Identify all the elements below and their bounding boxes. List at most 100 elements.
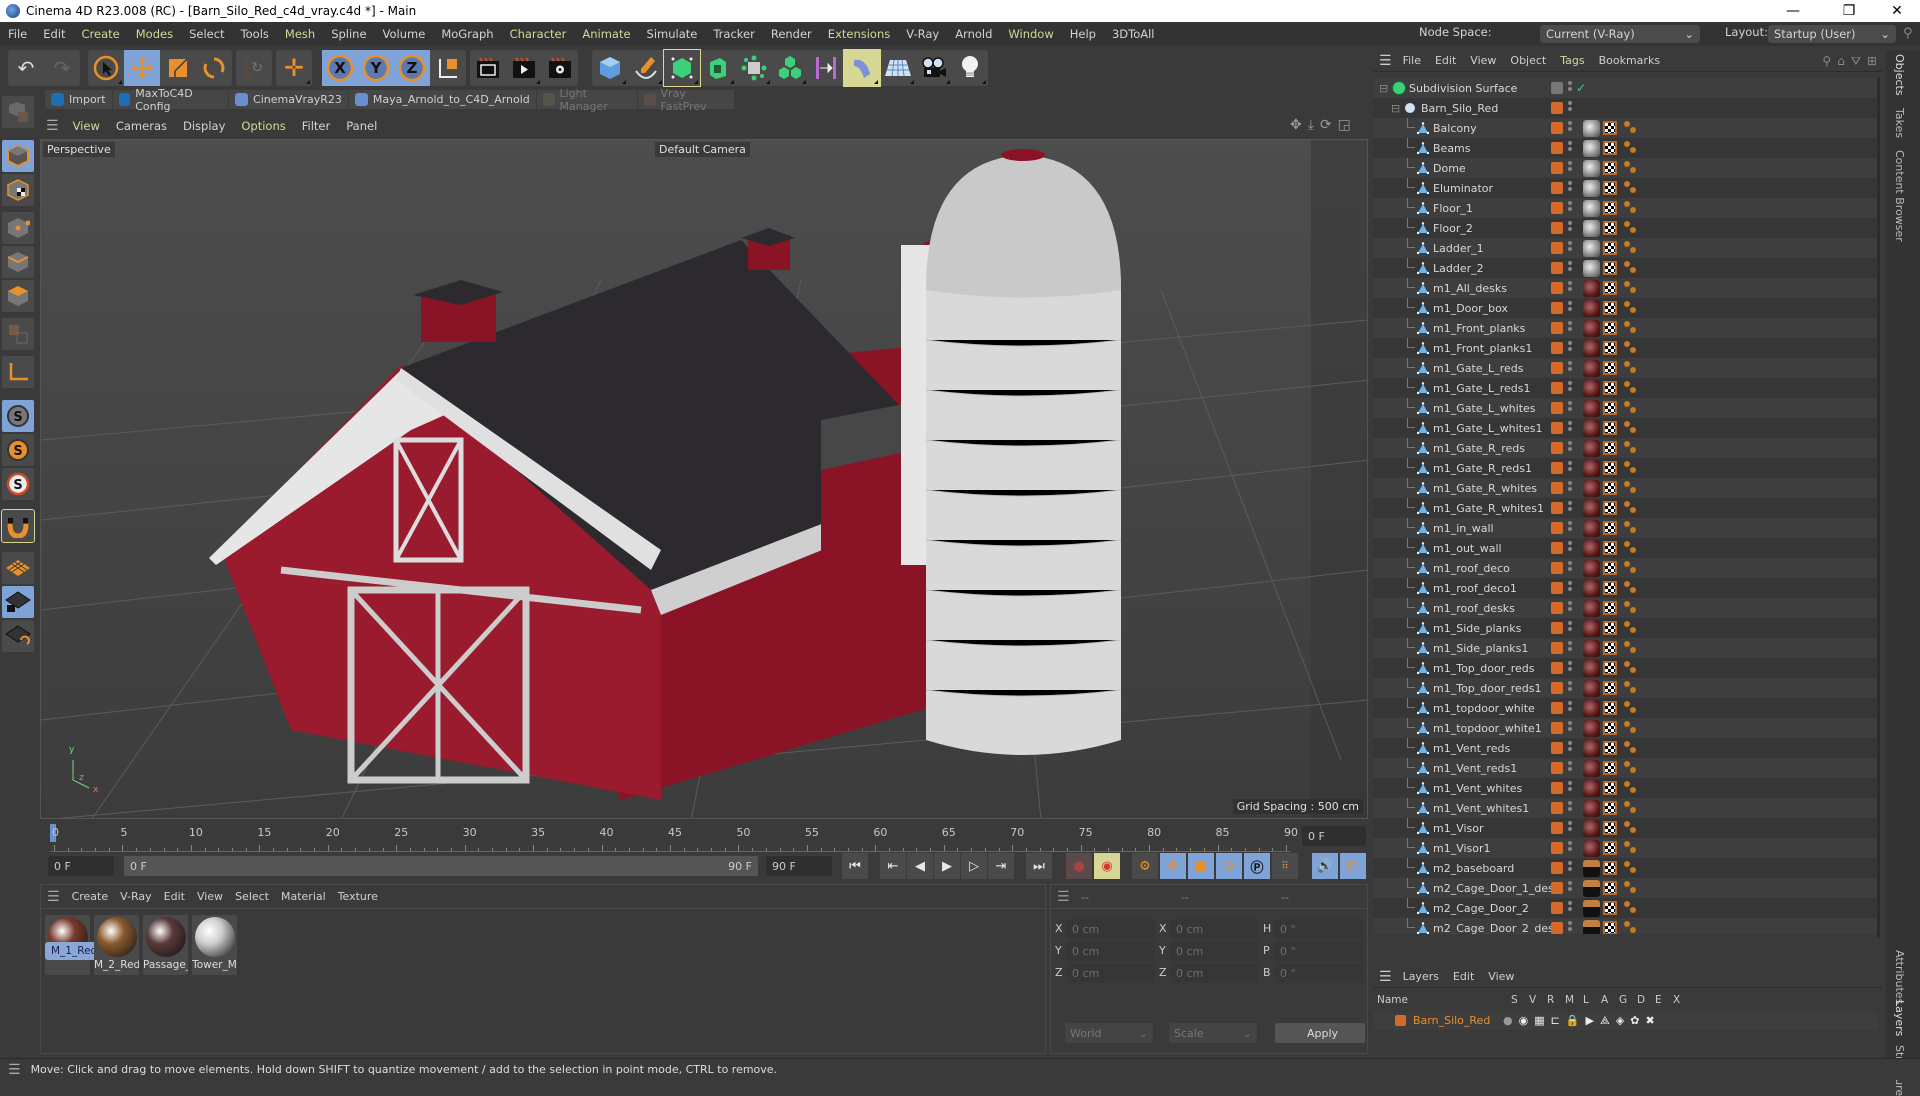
visibility-dots[interactable] — [1568, 621, 1572, 635]
object-row[interactable]: m1_roof_deco1 — [1373, 578, 1878, 598]
menu-create[interactable]: Create — [74, 27, 128, 41]
uvw-texture-tag-icon[interactable] — [1603, 501, 1617, 515]
phong-tag-icon[interactable] — [1624, 761, 1638, 775]
phong-tag-icon[interactable] — [1624, 261, 1638, 275]
hamburger-menu-icon[interactable]: ☰ — [8, 1062, 21, 1078]
uvw-texture-tag-icon[interactable] — [1603, 121, 1617, 135]
object-name[interactable]: m1_Gate_L_reds1 — [1433, 382, 1530, 395]
material-tag-icon[interactable] — [1583, 559, 1600, 577]
visible-icon[interactable]: ◉ — [1519, 1014, 1529, 1028]
render-picture-viewer-button[interactable] — [506, 50, 542, 86]
extrude-button[interactable] — [700, 50, 736, 86]
object-row[interactable]: m1_in_wall — [1373, 518, 1878, 538]
object-name[interactable]: Floor_1 — [1433, 202, 1473, 215]
uvw-texture-tag-icon[interactable] — [1603, 541, 1617, 555]
bend-button[interactable] — [843, 49, 881, 87]
layer-swatch[interactable] — [1551, 242, 1563, 254]
object-name[interactable]: m1_Visor1 — [1433, 842, 1491, 855]
collapse-icon[interactable]: ⊟ — [1379, 82, 1388, 95]
go-to-start-button[interactable]: ⏮ — [842, 853, 868, 879]
layer-swatch[interactable] — [1551, 702, 1563, 714]
material-tag-icon[interactable] — [1583, 759, 1600, 777]
object-name[interactable]: m1_Gate_R_whites — [1433, 482, 1537, 495]
menu-render[interactable]: Render — [763, 27, 820, 41]
expressions-icon[interactable]: ✿ — [1630, 1014, 1639, 1028]
size-z-field[interactable]: 0 cm — [1171, 963, 1259, 983]
layer-swatch[interactable] — [1551, 182, 1563, 194]
object-name[interactable]: m1_roof_desks — [1433, 602, 1515, 615]
polygons-mode-button[interactable] — [2, 280, 34, 312]
rotate-tool-button[interactable] — [196, 50, 232, 86]
visibility-dots[interactable] — [1568, 401, 1572, 415]
object-name[interactable]: m1_Gate_L_reds — [1433, 362, 1523, 375]
material-tag-icon[interactable] — [1583, 719, 1600, 737]
object-row[interactable]: m1_Vent_reds1 — [1373, 758, 1878, 778]
object-row[interactable]: Dome — [1373, 158, 1878, 178]
y-axis-button[interactable]: Y — [358, 50, 394, 86]
layer-column-a[interactable]: A — [1601, 994, 1608, 1006]
tab-objects[interactable]: Objects — [1893, 54, 1906, 96]
menu-volume[interactable]: Volume — [375, 27, 434, 41]
object-row[interactable]: m1_Gate_L_whites — [1373, 398, 1878, 418]
menu-mograph[interactable]: MoGraph — [433, 27, 501, 41]
new-view-icon[interactable]: ⊞ — [1867, 54, 1877, 69]
phong-tag-icon[interactable] — [1624, 821, 1638, 835]
material-tag-icon[interactable] — [1583, 179, 1600, 197]
manager-icon[interactable]: ⊏ — [1551, 1014, 1560, 1028]
phong-tag-icon[interactable] — [1624, 501, 1638, 515]
menu-v-ray[interactable]: V-Ray — [898, 27, 947, 41]
layer-swatch[interactable] — [1551, 642, 1563, 654]
uvw-texture-tag-icon[interactable] — [1603, 461, 1617, 475]
phong-tag-icon[interactable] — [1624, 701, 1638, 715]
visibility-dots[interactable] — [1568, 161, 1572, 175]
layer-column-d[interactable]: D — [1637, 994, 1645, 1006]
lock-icon[interactable]: 🔒 — [1566, 1014, 1580, 1028]
visibility-dots[interactable] — [1568, 741, 1572, 755]
visibility-dots[interactable] — [1568, 241, 1572, 255]
layer-swatch[interactable] — [1551, 202, 1563, 214]
layer-column-l[interactable]: L — [1583, 994, 1589, 1006]
material-tag-icon[interactable] — [1583, 839, 1600, 857]
rotation-h-field[interactable]: 0 ° — [1275, 919, 1363, 939]
search-icon[interactable]: ⚲ — [1903, 26, 1913, 41]
pen-button[interactable] — [628, 50, 664, 86]
visibility-dots[interactable] — [1568, 221, 1572, 235]
material-tag-icon[interactable] — [1583, 319, 1600, 337]
uvw-texture-tag-icon[interactable] — [1603, 141, 1617, 155]
object-name[interactable]: m1_Gate_R_reds1 — [1433, 462, 1532, 475]
material-tag-icon[interactable] — [1583, 659, 1600, 677]
uvw-texture-tag-icon[interactable] — [1603, 701, 1617, 715]
menu-tracker[interactable]: Tracker — [705, 27, 763, 41]
tab-layers[interactable]: Layers — [1893, 1000, 1906, 1036]
record-button[interactable]: ● — [1066, 853, 1092, 879]
phong-tag-icon[interactable] — [1624, 601, 1638, 615]
uvw-texture-tag-icon[interactable] — [1603, 661, 1617, 675]
phong-tag-icon[interactable] — [1624, 681, 1638, 695]
uvw-texture-tag-icon[interactable] — [1603, 241, 1617, 255]
material-menu-select[interactable]: Select — [229, 890, 275, 903]
material-tag-icon[interactable] — [1583, 599, 1600, 617]
layer-swatch[interactable] — [1551, 82, 1563, 94]
object-list-scrollbar[interactable] — [1875, 78, 1881, 948]
phong-tag-icon[interactable] — [1624, 661, 1638, 675]
object-name[interactable]: m2_baseboard — [1433, 862, 1514, 875]
material-tag-icon[interactable] — [1583, 819, 1600, 837]
object-name[interactable]: m2_Cage_Door_2_desk — [1433, 922, 1560, 935]
snap-settings-button[interactable]: S — [2, 434, 34, 466]
layer-swatch[interactable] — [1551, 682, 1563, 694]
material-tag-icon[interactable] — [1583, 139, 1600, 157]
phong-tag-icon[interactable] — [1624, 181, 1638, 195]
autokey-button[interactable]: ◉ — [1094, 853, 1120, 879]
layer-swatch[interactable] — [1551, 622, 1563, 634]
material-tag-icon[interactable] — [1583, 859, 1600, 877]
uvw-texture-tag-icon[interactable] — [1603, 521, 1617, 535]
uvw-texture-tag-icon[interactable] — [1603, 721, 1617, 735]
visibility-dots[interactable] — [1568, 681, 1572, 695]
uvw-texture-tag-icon[interactable] — [1603, 821, 1617, 835]
uvw-texture-tag-icon[interactable] — [1603, 861, 1617, 875]
object-name[interactable]: Barn_Silo_Red — [1421, 102, 1498, 115]
object-row[interactable]: m2_baseboard — [1373, 858, 1878, 878]
plugin-maya-arnold-to-c4d-arnold[interactable]: Maya_Arnold_to_C4D_Arnold — [349, 90, 537, 109]
plugin-import[interactable]: Import — [45, 90, 113, 109]
phong-tag-icon[interactable] — [1624, 221, 1638, 235]
